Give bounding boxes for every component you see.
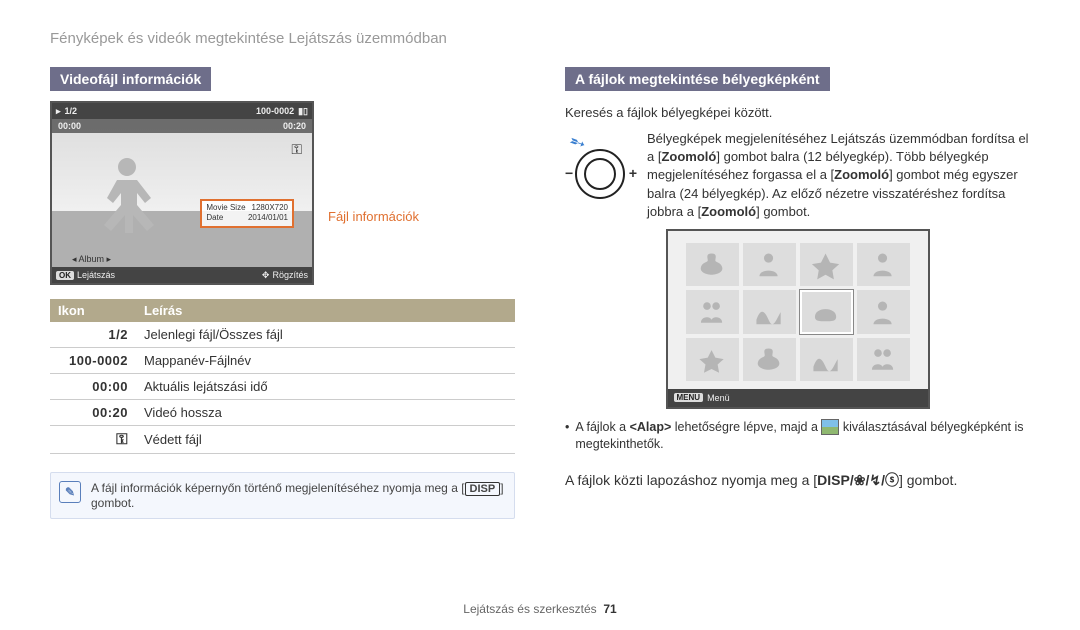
zoom-dial-illustration: ➴ − + bbox=[565, 130, 635, 199]
note-icon: ✎ bbox=[59, 481, 81, 503]
playback-label: Lejátszás bbox=[77, 270, 115, 280]
battery-icon: ▮▯ bbox=[298, 106, 308, 117]
menu-text: Menü bbox=[707, 393, 730, 403]
page-footer: Lejátszás és szerkesztés 71 bbox=[0, 602, 1080, 616]
folder-filename: 100-0002 bbox=[256, 106, 294, 116]
video-info-header: Videofájl információk bbox=[50, 67, 211, 91]
thumbnail-grid-screenshot: MENU Menü bbox=[666, 229, 930, 409]
thumbnail-item bbox=[743, 243, 796, 286]
table-row: 100-0002Mappanév-Fájlnév bbox=[50, 348, 515, 374]
picture-icon bbox=[821, 419, 839, 435]
thumbnail-desc: Keresés a fájlok bélyegképei között. bbox=[565, 105, 1030, 120]
thumbnail-item bbox=[686, 290, 739, 333]
page-title: Fényképek és videók megtekintése Lejátsz… bbox=[50, 30, 1030, 47]
file-info-callout: Fájl információk bbox=[328, 209, 419, 224]
note-box: ✎ A fájl információk képernyőn történő m… bbox=[50, 472, 515, 519]
thumbnail-item bbox=[800, 243, 853, 286]
col-desc: Leírás bbox=[136, 299, 515, 322]
thumbnail-view-header: A fájlok megtekintése bélyegképként bbox=[565, 67, 830, 91]
table-row: ⚿Védett fájl bbox=[50, 426, 515, 454]
ok-button-label: OK bbox=[56, 271, 74, 280]
disp-button-badge: DISP bbox=[465, 482, 501, 496]
menu-button-label: MENU bbox=[674, 393, 704, 402]
lock-icon: ⚿ bbox=[291, 141, 302, 158]
col-icon: Ikon bbox=[50, 299, 136, 322]
play-icon: ▸ bbox=[56, 106, 61, 117]
table-row: 00:00Aktuális lejátszási idő bbox=[50, 374, 515, 400]
icon-description-table: Ikon Leírás 1/2Jelenlegi fájl/Összes fáj… bbox=[50, 299, 515, 454]
current-time: 00:00 bbox=[58, 121, 81, 131]
thumbnail-item bbox=[743, 338, 796, 381]
thumbnail-item bbox=[743, 290, 796, 333]
zoom-instructions: Bélyegképek megjelenítéséhez Lejátszás ü… bbox=[647, 130, 1030, 221]
thumbnail-item bbox=[857, 338, 910, 381]
table-row: 1/2Jelenlegi fájl/Összes fájl bbox=[50, 322, 515, 348]
bullet-note: • A fájlok a <Alap> lehetőségre lépve, m… bbox=[565, 419, 1030, 454]
thumbnail-item bbox=[686, 338, 739, 381]
thumbnail-item bbox=[686, 243, 739, 286]
nav-icon: ✥ bbox=[262, 270, 270, 281]
capture-label: Rögzítés bbox=[272, 270, 308, 280]
pagination-instruction: A fájlok közti lapozáshoz nyomja meg a [… bbox=[565, 470, 1030, 490]
table-row: 00:20Videó hossza bbox=[50, 400, 515, 426]
thumbnail-item bbox=[857, 290, 910, 333]
album-label: ◂ Album ▸ bbox=[72, 254, 111, 265]
total-time: 00:20 bbox=[283, 121, 306, 131]
thumbnail-item bbox=[857, 243, 910, 286]
thumbnail-item-selected bbox=[800, 290, 853, 333]
video-thumbnail-silhouette bbox=[77, 148, 177, 248]
file-info-overlay: Movie Size 1280X720 Date 2014/01/01 bbox=[200, 199, 294, 228]
file-counter: 1/2 bbox=[65, 106, 78, 116]
thumbnail-item bbox=[800, 338, 853, 381]
video-screenshot: ▸ 1/2 100-0002 ▮▯ 00:00 00:20 ⚿ bbox=[50, 101, 314, 285]
